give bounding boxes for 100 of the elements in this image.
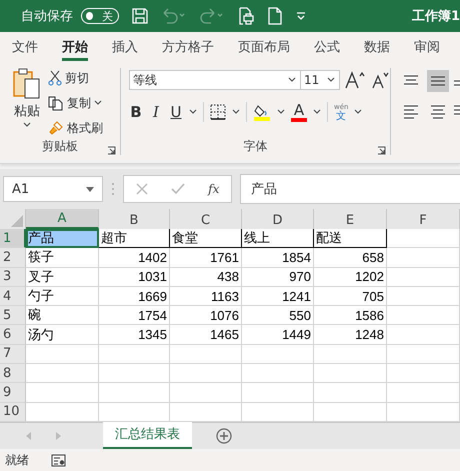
empty-cell — [170, 364, 242, 384]
table-cell: 1402 — [99, 248, 170, 268]
column-header[interactable]: F — [387, 209, 460, 229]
dropdown-caret-icon[interactable] — [313, 109, 321, 115]
middle-align-icon[interactable] — [427, 70, 449, 92]
table-cell: 658 — [314, 248, 387, 268]
save-icon[interactable] — [131, 7, 149, 25]
sheet-tab[interactable]: 汇总结果表 — [103, 422, 192, 449]
caret-icon — [23, 122, 31, 128]
group-label: 剪贴板 — [42, 138, 78, 155]
ribbon-tab[interactable]: 公式 — [314, 32, 353, 62]
more-options-icon — [111, 182, 115, 196]
empty-cell — [99, 364, 170, 384]
new-document-icon[interactable] — [267, 7, 283, 25]
increase-font-icon[interactable] — [344, 70, 366, 90]
dropdown-caret-icon[interactable] — [354, 109, 362, 115]
cut-button[interactable]: 剪切 — [48, 68, 103, 88]
table-cell: 1345 — [99, 325, 170, 345]
print-preview-icon[interactable] — [237, 7, 255, 25]
row-header[interactable]: 8 — [0, 364, 26, 384]
row-header[interactable]: 4 — [0, 286, 26, 306]
table-cell: 1241 — [242, 286, 314, 306]
fill-color-icon[interactable] — [253, 103, 271, 121]
ribbon-tab[interactable]: 插入 — [112, 32, 151, 62]
font-size-field[interactable]: 11 — [300, 70, 340, 90]
column-header[interactable]: B — [99, 209, 170, 229]
column-header[interactable]: D — [242, 209, 314, 229]
bold-button[interactable]: B — [129, 103, 143, 121]
table-cell: 1754 — [99, 306, 170, 326]
decrease-font-icon[interactable] — [370, 70, 390, 90]
table-cell: 1202 — [314, 268, 387, 287]
borders-icon[interactable] — [210, 104, 226, 120]
caret-icon — [327, 77, 335, 83]
column-header[interactable]: C — [170, 209, 242, 229]
dropdown-caret-icon[interactable] — [232, 109, 240, 115]
ribbon-tab[interactable]: 页面布局 — [238, 32, 303, 62]
dropdown-caret-icon[interactable] — [277, 109, 285, 115]
table-cell: 1449 — [242, 325, 314, 345]
formula-input[interactable]: 产品 — [240, 174, 460, 204]
customize-caret-icon[interactable] — [295, 11, 307, 21]
caret-icon[interactable] — [94, 100, 102, 106]
italic-button[interactable]: I — [149, 103, 163, 121]
empty-cell — [170, 383, 242, 403]
table-cell: 产品 — [26, 229, 99, 248]
table-cell: 超市 — [99, 229, 170, 248]
ribbon-tab[interactable]: 数据 — [364, 32, 403, 62]
empty-cell — [99, 383, 170, 403]
table-cell: 汤勺 — [26, 325, 99, 345]
table-cell: 550 — [242, 306, 314, 326]
underline-button[interactable]: U — [169, 103, 183, 121]
status-text: 就绪 — [5, 452, 29, 469]
empty-cell — [242, 383, 314, 403]
name-box[interactable]: A1 — [3, 176, 103, 202]
row-header[interactable]: 7 — [0, 344, 26, 364]
copy-button[interactable]: 复制 — [48, 93, 103, 113]
ribbon-tab[interactable]: 开始 — [62, 32, 101, 62]
table-cell: 1586 — [314, 306, 387, 326]
add-sheet-icon[interactable] — [216, 428, 232, 444]
table-cell: 705 — [314, 286, 387, 306]
row-header[interactable]: 9 — [0, 383, 26, 403]
table-cell: 筷子 — [26, 248, 99, 268]
table-cell: 1669 — [99, 286, 170, 306]
font-name-field[interactable]: 等线 — [129, 70, 301, 90]
table-cell: 碗 — [26, 306, 99, 326]
empty-cell — [242, 364, 314, 384]
dialog-launcher-icon[interactable] — [377, 146, 386, 155]
table-cell: 配送 — [314, 229, 387, 248]
macro-record-icon[interactable] — [51, 454, 66, 467]
column-header[interactable]: A — [26, 209, 99, 229]
table-cell: 1248 — [314, 325, 387, 345]
empty-cell — [99, 344, 170, 364]
caret-icon — [86, 186, 94, 192]
triangle-icon — [11, 215, 23, 227]
dialog-launcher-icon[interactable] — [107, 146, 116, 155]
table-cell: 438 — [170, 268, 242, 287]
paste-button[interactable]: 粘贴 — [12, 68, 42, 138]
table-cell: 叉子 — [26, 268, 99, 287]
dropdown-caret-icon[interactable] — [189, 109, 197, 115]
row-header[interactable]: 3 — [0, 268, 26, 287]
autosave-label: 自动保存 — [21, 8, 73, 25]
insert-function-button[interactable]: fx — [208, 182, 220, 196]
column-header[interactable]: E — [314, 209, 387, 229]
ribbon-tab[interactable]: 文件 — [12, 32, 51, 62]
scissors-icon — [48, 70, 62, 86]
row-header[interactable]: 1 — [0, 229, 26, 248]
table-cell: 970 — [242, 268, 314, 287]
table-cell: 1854 — [242, 248, 314, 268]
ribbon-tab[interactable]: 方方格子 — [162, 32, 227, 62]
clipboard-icon — [12, 68, 42, 100]
row-header[interactable]: 6 — [0, 325, 26, 345]
autosave-toggle[interactable]: 关 — [81, 8, 119, 24]
table-cell: 1163 — [170, 286, 242, 306]
row-header[interactable]: 10 — [0, 402, 26, 422]
font-color-button[interactable]: A — [291, 102, 307, 122]
format-painter-button[interactable]: 格式刷 — [48, 118, 103, 138]
row-header[interactable]: 2 — [0, 248, 26, 268]
ribbon-tab[interactable]: 审阅 — [414, 32, 453, 62]
empty-cell — [170, 344, 242, 364]
paintbrush-icon — [48, 120, 64, 136]
row-header[interactable]: 5 — [0, 306, 26, 326]
